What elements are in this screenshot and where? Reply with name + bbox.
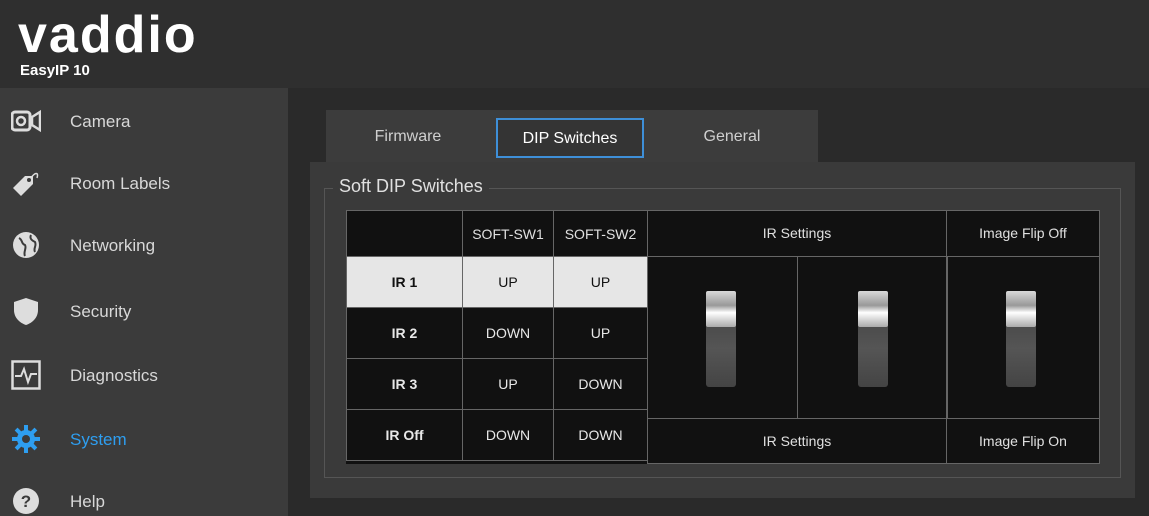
vaddio-logo: vaddio (18, 8, 198, 62)
sidebar-item-networking[interactable]: Networking (0, 218, 288, 280)
sw1-value: DOWN (462, 307, 554, 359)
logo-text: vaddio (18, 8, 198, 62)
table-row[interactable]: IR 2 DOWN UP (346, 307, 648, 359)
sidebar: Camera Room Labels Networking Security D… (0, 88, 288, 516)
switch-area: IR Settings Image Flip Off IR Settings I… (647, 210, 1100, 464)
image-flip-on-label: Image Flip On (946, 418, 1100, 464)
table-row[interactable]: IR 1 UP UP (346, 256, 648, 308)
tab-firmware[interactable]: Firmware (338, 118, 478, 158)
sidebar-item-help[interactable]: ? Help (0, 474, 288, 516)
sidebar-item-label: Diagnostics (70, 366, 158, 385)
table-header-empty (346, 210, 463, 257)
sw2-value: UP (553, 256, 648, 308)
table-row[interactable]: IR Off DOWN DOWN (346, 409, 648, 461)
sidebar-item-system[interactable]: System (0, 412, 288, 474)
sidebar-item-label: Help (70, 492, 105, 511)
switch-cell-2 (797, 256, 948, 419)
switch-knob (1006, 291, 1036, 327)
sidebar-item-security[interactable]: Security (0, 284, 288, 346)
globe-icon (13, 232, 39, 258)
dip-switch-1[interactable] (706, 291, 736, 387)
tab-general[interactable]: General (662, 118, 802, 158)
table-row[interactable]: IR 3 UP DOWN (346, 358, 648, 410)
app-window: vaddio EasyIP 10 Camera Room Labels Netw… (0, 0, 1149, 516)
ir-settings-bottom-label: IR Settings (647, 418, 947, 464)
camera-icon (11, 109, 41, 133)
table-header-row: SOFT-SW1 SOFT-SW2 (346, 210, 648, 257)
svg-text:?: ? (21, 492, 31, 511)
product-name: EasyIP 10 (20, 62, 90, 79)
sidebar-item-room-labels[interactable]: Room Labels (0, 156, 288, 218)
fieldset-legend: Soft DIP Switches (333, 176, 489, 197)
sidebar-item-camera[interactable]: Camera (0, 94, 288, 156)
image-flip-off-label: Image Flip Off (946, 210, 1100, 257)
sw2-value: DOWN (553, 409, 648, 461)
switch-cell-3 (946, 256, 1100, 419)
switch-cell-1 (647, 256, 798, 419)
sidebar-item-label: Camera (70, 112, 131, 131)
sw1-value: UP (462, 256, 554, 308)
sidebar-item-label: Room Labels (70, 174, 171, 193)
header: vaddio EasyIP 10 (0, 0, 1149, 88)
sw2-value: UP (553, 307, 648, 359)
sw1-value: UP (462, 358, 554, 410)
help-icon: ? (13, 488, 39, 514)
dip-switch-table: SOFT-SW1 SOFT-SW2 IR 1 UP UP IR 2 DOWN U… (346, 210, 648, 461)
dip-switch-table-area: SOFT-SW1 SOFT-SW2 IR 1 UP UP IR 2 DOWN U… (346, 210, 1100, 464)
tag-icon (13, 172, 39, 196)
sw2-value: DOWN (553, 358, 648, 410)
sidebar-item-label: Security (70, 302, 132, 321)
table-header-soft-sw2: SOFT-SW2 (553, 210, 648, 257)
shield-icon (14, 298, 38, 325)
table-header-soft-sw1: SOFT-SW1 (462, 210, 554, 257)
row-label: IR Off (346, 409, 463, 461)
switch-knob (858, 291, 888, 327)
sidebar-item-label: System (70, 430, 127, 449)
dip-switch-panel: Soft DIP Switches SOFT-SW1 SOFT-SW2 IR 1… (310, 162, 1135, 498)
sw1-value: DOWN (462, 409, 554, 461)
row-label: IR 3 (346, 358, 463, 410)
row-label: IR 1 (346, 256, 463, 308)
switch-knob (706, 291, 736, 327)
gear-icon (12, 425, 40, 453)
main-content: Firmware DIP Switches General Soft DIP S… (288, 88, 1149, 516)
row-label: IR 2 (346, 307, 463, 359)
sidebar-item-diagnostics[interactable]: Diagnostics (0, 348, 288, 410)
dip-switch-2[interactable] (858, 291, 888, 387)
tab-dip-switches[interactable]: DIP Switches (496, 118, 644, 158)
image-flip-switch[interactable] (1006, 291, 1036, 387)
sidebar-item-label: Networking (70, 236, 156, 255)
pulse-icon (11, 360, 41, 390)
ir-settings-top-label: IR Settings (647, 210, 947, 257)
tab-bar: Firmware DIP Switches General (326, 110, 818, 162)
